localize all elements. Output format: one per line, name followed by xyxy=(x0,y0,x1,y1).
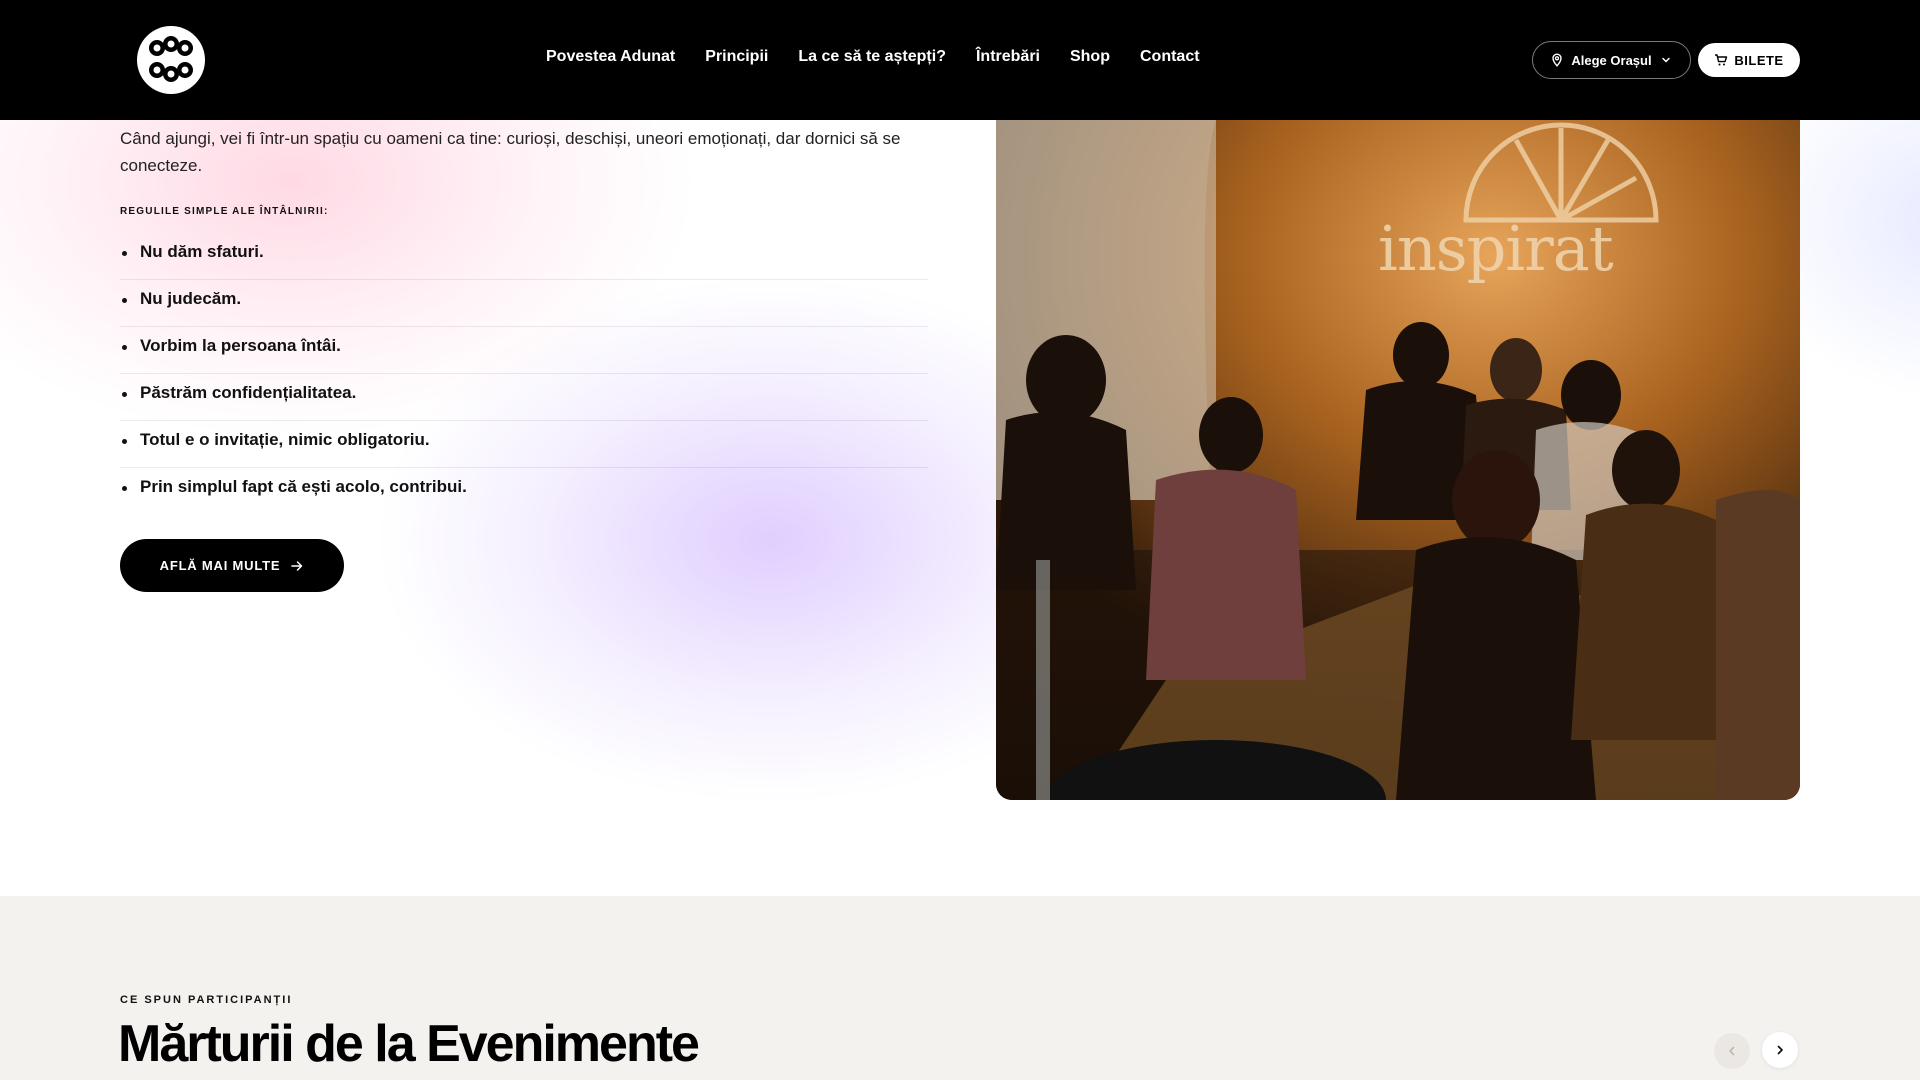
site-header: Povestea Adunat Principii La ce să te aș… xyxy=(0,0,1920,120)
rule-item: Păstrăm confidențialitatea. xyxy=(120,374,928,421)
tickets-button[interactable]: BILETE xyxy=(1698,43,1800,77)
rule-text: Păstrăm confidențialitatea. xyxy=(140,383,357,402)
rule-item: Prin simplul fapt că ești acolo, contrib… xyxy=(120,468,928,515)
location-pin-icon xyxy=(1550,53,1564,67)
bullet-icon xyxy=(122,439,127,444)
nav-link-principii[interactable]: Principii xyxy=(705,48,768,66)
tickets-label: BILETE xyxy=(1734,52,1784,68)
rule-item: Totul e o invitație, nimic obligatoriu. xyxy=(120,421,928,468)
rule-item: Nu judecăm. xyxy=(120,280,928,327)
photo-sign-text: inspirat xyxy=(1378,212,1614,285)
chevron-down-icon xyxy=(1659,53,1673,67)
testimonials-eyebrow: CE SPUN PARTICIPANȚII xyxy=(120,994,293,1006)
nav-link-contact[interactable]: Contact xyxy=(1140,48,1200,66)
arrow-right-icon xyxy=(290,559,304,573)
city-select-label: Alege Orașul xyxy=(1571,52,1652,68)
bullet-icon xyxy=(122,486,127,491)
rule-item: Vorbim la persoana întâi. xyxy=(120,327,928,374)
nav-link-shop[interactable]: Shop xyxy=(1070,48,1110,66)
testimonials-title: Mărturii de la Evenimente xyxy=(118,1015,700,1073)
chevron-left-icon xyxy=(1725,1044,1739,1058)
rule-text: Nu judecăm. xyxy=(140,289,242,308)
rule-text: Vorbim la persoana întâi. xyxy=(140,336,341,355)
nav-link-intrebari[interactable]: Întrebări xyxy=(976,48,1040,66)
bullet-icon xyxy=(122,298,127,303)
carousel-prev-button[interactable] xyxy=(1714,1033,1750,1069)
main-nav: Povestea Adunat Principii La ce să te aș… xyxy=(546,48,1200,66)
rules-list: Nu dăm sfaturi. Nu judecăm. Vorbim la pe… xyxy=(120,233,928,515)
learn-more-button[interactable]: AFLĂ MAI MULTE xyxy=(120,539,344,592)
event-photo: inspirat xyxy=(996,120,1800,800)
rules-section: Când ajungi, vei fi într-un spațiu cu oa… xyxy=(0,120,1920,896)
city-select-button[interactable]: Alege Orașul xyxy=(1532,41,1691,79)
adunat-logo[interactable] xyxy=(137,26,205,94)
rule-text: Prin simplul fapt că ești acolo, contrib… xyxy=(140,477,467,496)
bullet-icon xyxy=(122,392,127,397)
cart-icon xyxy=(1714,53,1728,67)
nav-link-povestea[interactable]: Povestea Adunat xyxy=(546,48,675,66)
bullet-icon xyxy=(122,251,127,256)
rules-heading: REGULILE SIMPLE ALE ÎNTÂLNIRII: xyxy=(120,206,329,217)
chevron-right-icon xyxy=(1773,1043,1787,1057)
rule-text: Totul e o invitație, nimic obligatoriu. xyxy=(140,430,430,449)
testimonials-section: CE SPUN PARTICIPANȚII Mărturii de la Eve… xyxy=(0,896,1920,1080)
intro-paragraph: Când ajungi, vei fi într-un spațiu cu oa… xyxy=(120,129,901,175)
rule-text: Nu dăm sfaturi. xyxy=(140,242,264,261)
rule-item: Nu dăm sfaturi. xyxy=(120,233,928,280)
bullet-icon xyxy=(122,345,127,350)
learn-more-label: AFLĂ MAI MULTE xyxy=(159,558,281,573)
nav-link-ce-sa-astepti[interactable]: La ce să te aștepți? xyxy=(798,48,946,66)
carousel-next-button[interactable] xyxy=(1762,1032,1798,1068)
